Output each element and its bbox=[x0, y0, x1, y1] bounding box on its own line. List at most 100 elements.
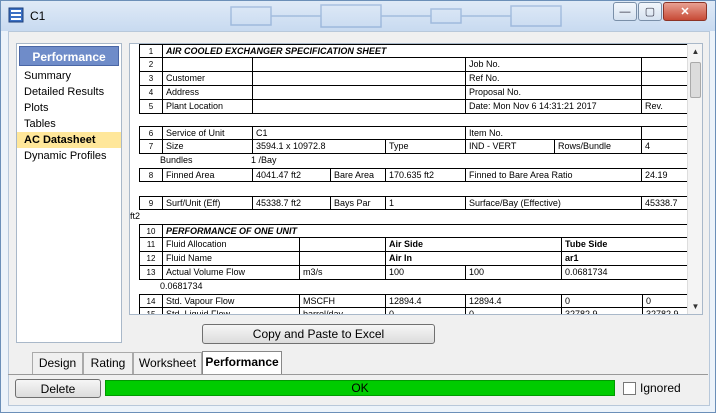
tab-rating[interactable]: Rating bbox=[83, 352, 133, 374]
row-number: 9 bbox=[139, 196, 163, 210]
tab-design[interactable]: Design bbox=[32, 352, 83, 374]
table-cell: Rows/Bundle bbox=[555, 140, 642, 154]
performance-sidebar: Performance Summary Detailed Results Plots… bbox=[16, 43, 122, 343]
table-cell: C1 bbox=[253, 126, 466, 140]
table-cell: Plant Location bbox=[163, 100, 253, 114]
title-bar: C1 — ▢ ✕ bbox=[1, 1, 715, 31]
table-cell: ar1 bbox=[562, 252, 689, 266]
table-cell: barrel/day bbox=[300, 308, 386, 314]
datasheet-vertical-scrollbar[interactable]: ▲ ▼ bbox=[687, 44, 702, 314]
row-number: 12 bbox=[139, 252, 163, 266]
table-cell bbox=[642, 58, 689, 72]
table-row: 2 Job No. bbox=[139, 58, 689, 72]
row-number: 5 bbox=[139, 100, 163, 114]
window: C1 — ▢ ✕ Performance Summary Detailed Res… bbox=[0, 0, 716, 413]
close-button[interactable]: ✕ bbox=[663, 2, 707, 21]
table-cell: 0 bbox=[386, 308, 466, 314]
scroll-up-arrow-icon[interactable]: ▲ bbox=[688, 44, 703, 59]
sidebar-item-dynamic-profiles[interactable]: Dynamic Profiles bbox=[17, 148, 121, 164]
table-row: 9 Surf/Unit (Eff) 45338.7 ft2 Bays Par 1 Surf… bbox=[139, 196, 689, 210]
table-cell: Size bbox=[163, 140, 253, 154]
table-cell: Air In bbox=[386, 252, 562, 266]
table-cell-wrapped: 1 /Bay bbox=[251, 155, 277, 165]
sidebar-item-plots[interactable]: Plots bbox=[17, 100, 121, 116]
sidebar-header: Performance bbox=[19, 46, 119, 66]
table-cell-wrapped: 0.0681734 bbox=[160, 281, 203, 291]
table-cell bbox=[642, 86, 689, 100]
table-cell: Bare Area bbox=[331, 168, 386, 182]
table-cell bbox=[253, 58, 466, 72]
scroll-down-arrow-icon[interactable]: ▼ bbox=[688, 299, 703, 314]
table-cell bbox=[642, 126, 689, 140]
row-number: 10 bbox=[139, 224, 163, 238]
row-number: 13 bbox=[139, 266, 163, 280]
table-cell: Bays Par bbox=[331, 196, 386, 210]
table-cell: MSCFH bbox=[300, 294, 386, 308]
table-cell: 4 bbox=[642, 140, 689, 154]
table-cell: AIR COOLED EXCHANGER SPECIFICATION SHEET bbox=[163, 44, 689, 58]
table-row: 1 AIR COOLED EXCHANGER SPECIFICATION SHEE… bbox=[139, 44, 689, 58]
table-cell: 1 bbox=[386, 196, 466, 210]
table-row: 4 Address Proposal No. bbox=[139, 86, 689, 100]
table-row: 0.0681734 bbox=[139, 280, 689, 294]
table-cell: 3594.1 x 10972.8 bbox=[253, 140, 386, 154]
table-cell: Std. Liquid Flow bbox=[163, 308, 300, 314]
row-number: 7 bbox=[139, 140, 163, 154]
table-row: 12 Fluid Name Air In ar1 bbox=[139, 252, 689, 266]
table-row: 14 Std. Vapour Flow MSCFH 12894.4 12894.4 0 0 bbox=[139, 294, 689, 308]
table-row: 3 Customer Ref No. bbox=[139, 72, 689, 86]
table-cell bbox=[253, 100, 466, 114]
table-cell: Service of Unit bbox=[163, 126, 253, 140]
tab-performance[interactable]: Performance bbox=[202, 351, 282, 374]
table-row: 5 Plant Location Date: Mon Nov 6 14:31:21 … bbox=[139, 100, 689, 114]
sidebar-item-summary[interactable]: Summary bbox=[17, 68, 121, 84]
table-cell: 12894.4 bbox=[466, 294, 562, 308]
status-bar: OK bbox=[105, 380, 615, 396]
table-cell bbox=[300, 238, 386, 252]
table-cell: Type bbox=[386, 140, 466, 154]
table-cell: 0 bbox=[643, 294, 689, 308]
table-row: 6 Service of Unit C1 Item No. bbox=[139, 126, 689, 140]
row-number: 11 bbox=[139, 238, 163, 252]
table-cell-wrapped: Bundles bbox=[160, 155, 193, 165]
table-cell: Fluid Name bbox=[163, 252, 300, 266]
table-cell: 32782.9 bbox=[562, 308, 643, 314]
row-number: 1 bbox=[139, 44, 163, 58]
table-row: 11 Fluid Allocation Air Side Tube Side bbox=[139, 238, 689, 252]
table-cell: 12894.4 bbox=[386, 294, 466, 308]
table-cell: Fluid Allocation bbox=[163, 238, 300, 252]
ignored-label: Ignored bbox=[640, 381, 681, 395]
scrollbar-thumb[interactable] bbox=[690, 62, 701, 98]
table-row: 8 Finned Area 4041.47 ft2 Bare Area 170.635 … bbox=[139, 168, 689, 182]
maximize-button[interactable]: ▢ bbox=[638, 2, 662, 21]
table-row: ft2 bbox=[130, 210, 689, 224]
table-cell: 4041.47 ft2 bbox=[253, 168, 331, 182]
table-row: 7 Size 3594.1 x 10972.8 Type IND - VERT Rows/… bbox=[139, 140, 689, 154]
table-cell: Finned to Bare Area Ratio bbox=[466, 168, 642, 182]
ignored-checkbox[interactable] bbox=[623, 382, 636, 395]
sidebar-item-ac-datasheet[interactable]: AC Datasheet bbox=[17, 132, 121, 148]
table-cell: 45338.7 bbox=[642, 196, 689, 210]
sidebar-item-detailed-results[interactable]: Detailed Results bbox=[17, 84, 121, 100]
tab-worksheet[interactable]: Worksheet bbox=[133, 352, 202, 374]
sidebar-item-tables[interactable]: Tables bbox=[17, 116, 121, 132]
table-cell bbox=[253, 86, 466, 100]
table-cell: Rev. bbox=[642, 100, 689, 114]
table-cell: Job No. bbox=[466, 58, 642, 72]
table-cell: Air Side bbox=[386, 238, 562, 252]
table-cell bbox=[163, 58, 253, 72]
table-cell bbox=[300, 252, 386, 266]
delete-button[interactable]: Delete bbox=[15, 379, 101, 398]
table-cell: 0 bbox=[562, 294, 643, 308]
table-cell: Proposal No. bbox=[466, 86, 642, 100]
copy-paste-excel-button[interactable]: Copy and Paste to Excel bbox=[202, 324, 435, 344]
tab-strip-line bbox=[8, 374, 708, 375]
minimize-button[interactable]: — bbox=[613, 2, 637, 21]
window-title: C1 bbox=[30, 9, 46, 23]
table-cell: Actual Volume Flow bbox=[163, 266, 300, 280]
table-cell bbox=[253, 72, 466, 86]
table-cell: Customer bbox=[163, 72, 253, 86]
table-cell: m3/s bbox=[300, 266, 386, 280]
table-cell: PERFORMANCE OF ONE UNIT bbox=[163, 224, 689, 238]
row-number: 8 bbox=[139, 168, 163, 182]
